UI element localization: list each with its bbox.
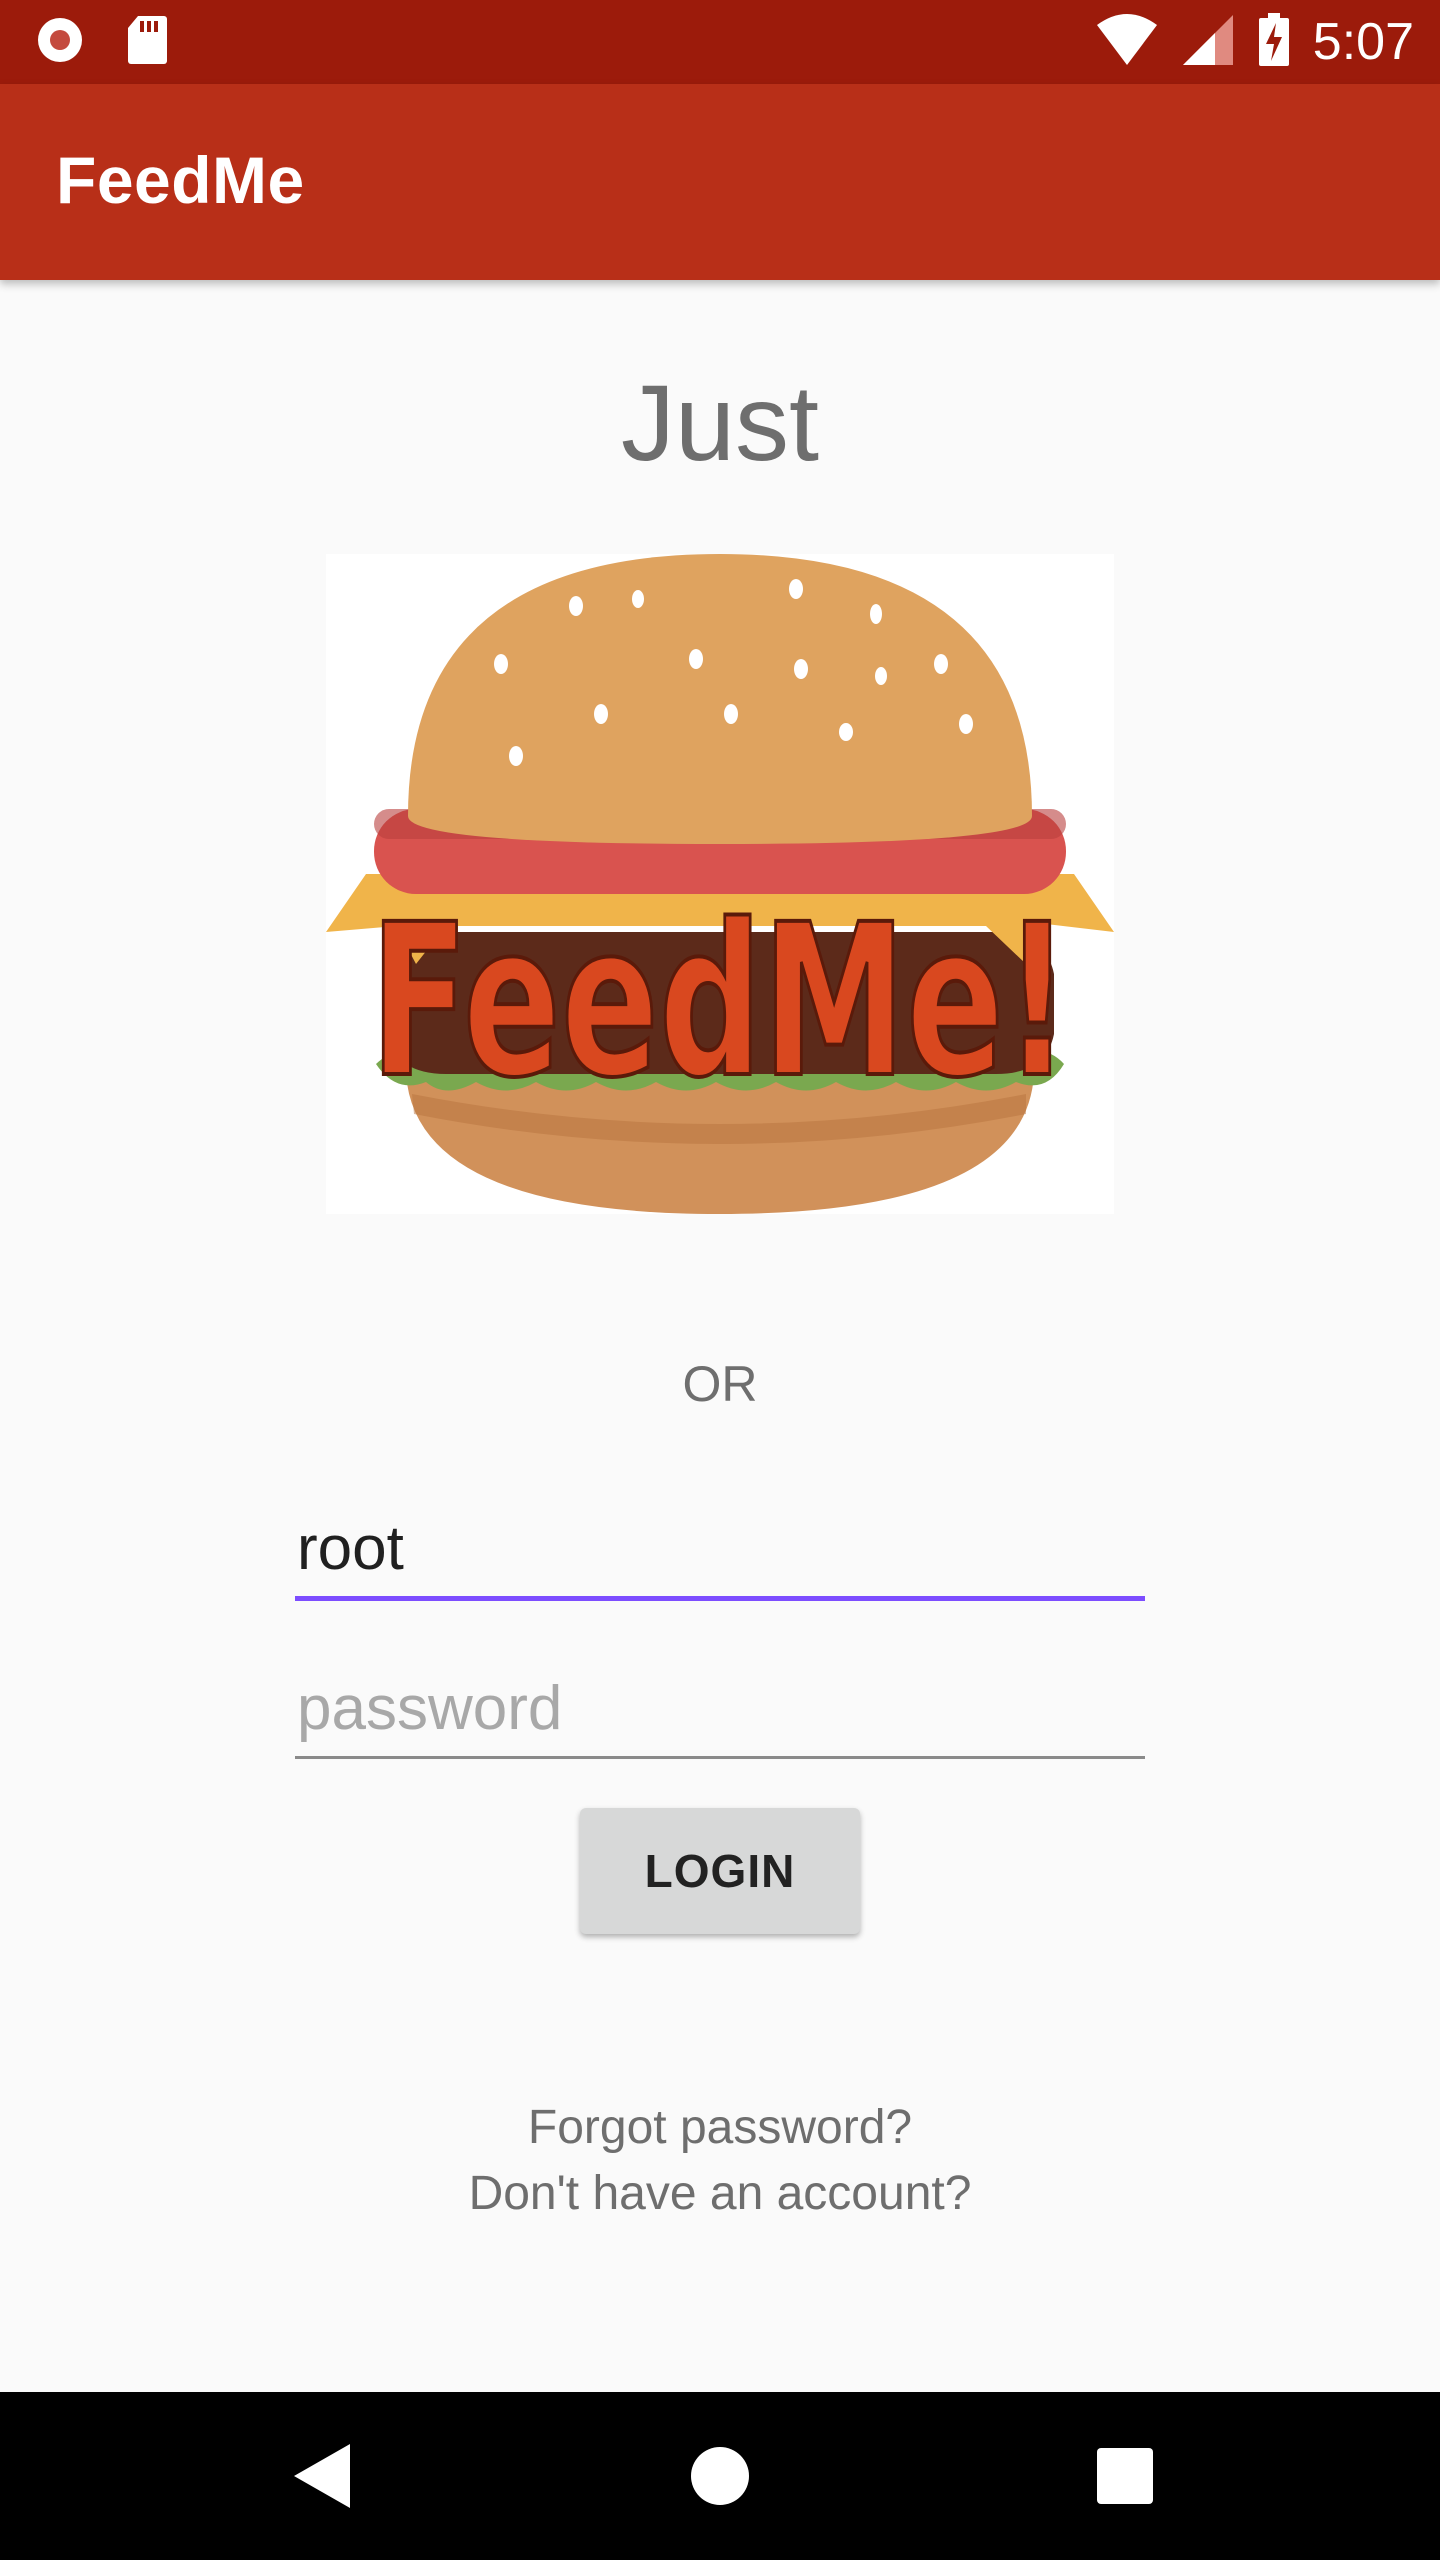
recents-icon[interactable]	[1075, 2426, 1175, 2526]
sd-card-icon	[126, 14, 168, 71]
hero-text: Just	[620, 362, 820, 483]
username-field[interactable]	[295, 1500, 1145, 1601]
record-icon	[34, 14, 86, 71]
signup-link[interactable]: Don't have an account?	[0, 2166, 1440, 2221]
feedme-logo: FeedMe!	[326, 554, 1114, 1214]
battery-charging-icon	[1257, 12, 1291, 72]
forgot-password-link[interactable]: Forgot password?	[0, 2100, 1440, 2155]
app-bar: FeedMe	[0, 84, 1440, 280]
status-time: 5:07	[1312, 13, 1414, 71]
wifi-icon	[1095, 13, 1159, 72]
status-bar: 5:07	[0, 0, 1440, 84]
signal-icon	[1181, 13, 1235, 72]
home-icon[interactable]	[670, 2426, 770, 2526]
app-title: FeedMe	[56, 143, 305, 217]
back-icon[interactable]	[270, 2426, 370, 2526]
navigation-bar	[0, 2392, 1440, 2560]
burger-logo-icon: FeedMe!	[326, 554, 1114, 1214]
or-divider: OR	[682, 1356, 758, 1412]
password-field[interactable]	[295, 1660, 1145, 1759]
login-button[interactable]: LOGIN	[580, 1808, 860, 1934]
svg-text:FeedMe!: FeedMe!	[370, 879, 1070, 1124]
